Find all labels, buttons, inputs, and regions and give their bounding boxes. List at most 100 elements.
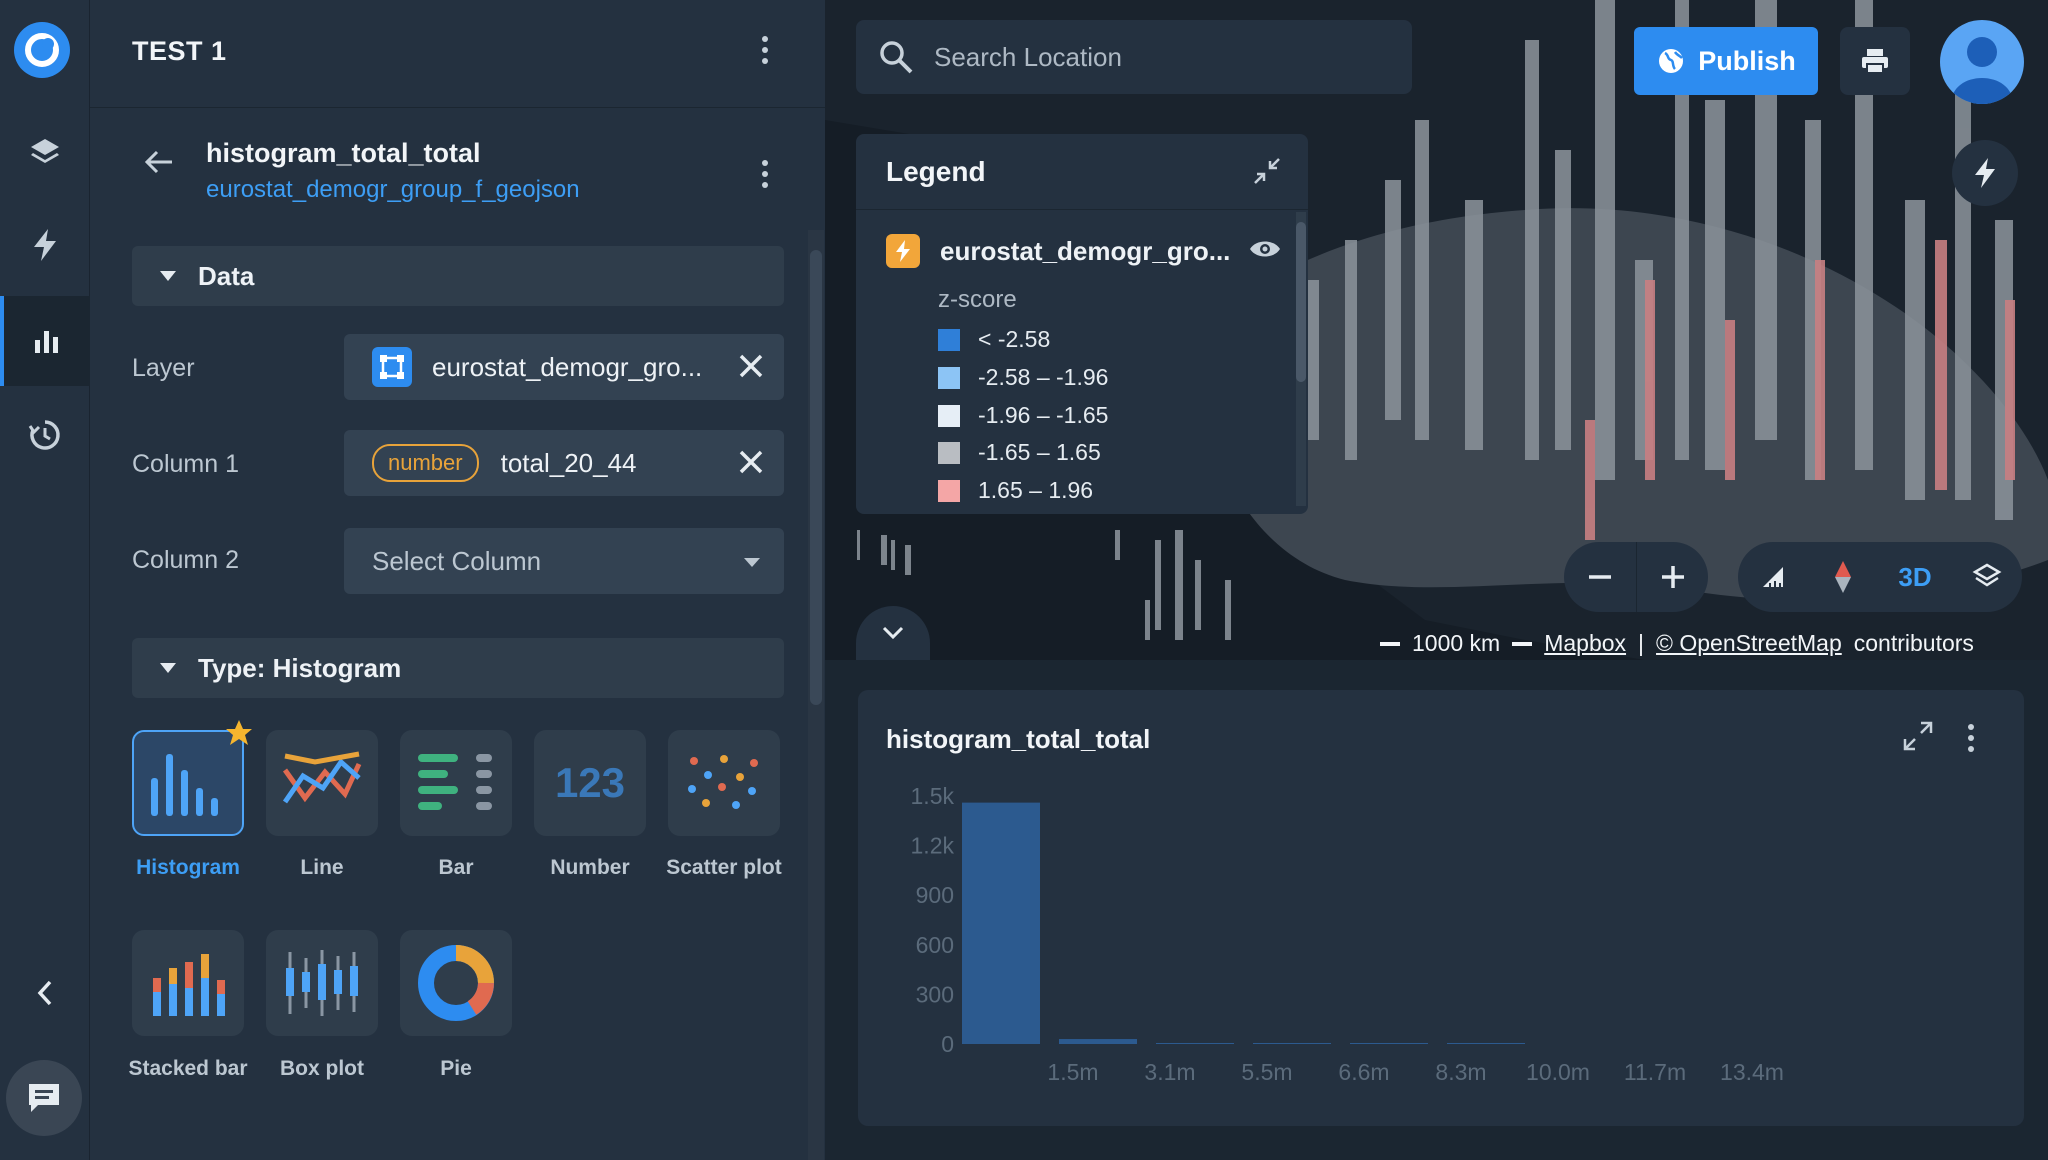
compass-icon xyxy=(1835,561,1851,593)
type-box-plot-tile[interactable] xyxy=(266,930,378,1036)
legend-title: Legend xyxy=(886,156,986,187)
app-logo[interactable] xyxy=(14,22,70,78)
search-icon xyxy=(880,41,913,74)
chart-menu-icon[interactable] xyxy=(1956,718,1986,758)
attribution-suffix: contributors xyxy=(1853,630,1974,656)
history-icon xyxy=(28,420,60,450)
print-button[interactable] xyxy=(1840,27,1910,95)
column-type-badge: number xyxy=(372,444,479,482)
y-tick-label: 300 xyxy=(916,981,954,1007)
type-number-tile[interactable]: 123 xyxy=(534,730,646,836)
publish-button[interactable]: Publish xyxy=(1634,27,1818,95)
analysis-nav-button[interactable] xyxy=(0,200,90,290)
collapse-panel-button[interactable] xyxy=(0,948,90,1038)
histogram-bar[interactable] xyxy=(962,802,1040,1044)
bar-chart-icon xyxy=(35,331,58,353)
back-button[interactable] xyxy=(144,148,174,181)
histogram-widget-card: histogram_total_total 1.5k 1.2k 900 600 300 0… xyxy=(858,690,2024,1126)
layers-icon xyxy=(31,139,59,163)
location-search[interactable] xyxy=(856,20,1412,94)
caret-down-icon xyxy=(160,271,176,281)
layer-label: Layer xyxy=(132,354,195,382)
data-section-header[interactable]: Data xyxy=(132,246,784,306)
type-pie-tile[interactable] xyxy=(400,930,512,1036)
plus-icon xyxy=(1661,566,1684,588)
column2-select[interactable]: Select Column xyxy=(344,528,784,594)
chevron-left-icon xyxy=(37,980,52,1006)
layers-nav-button[interactable] xyxy=(0,107,90,197)
histogram-bar[interactable] xyxy=(1447,1043,1525,1044)
minus-icon xyxy=(1589,575,1611,579)
toggle-3d-button[interactable]: 3D xyxy=(1878,542,1952,612)
widget-panel: TEST 1 histogram_total_total eurostat_de… xyxy=(90,0,825,1160)
type-stacked-bar-tile[interactable] xyxy=(132,930,244,1036)
user-avatar[interactable] xyxy=(1940,20,2024,104)
histogram-bar[interactable] xyxy=(1059,1039,1137,1044)
zoom-out-button[interactable] xyxy=(1564,542,1636,612)
type-section-header[interactable]: Type: Histogram xyxy=(132,638,784,698)
type-bar-tile[interactable] xyxy=(400,730,512,836)
legend-item: -2.58 – -1.96 xyxy=(938,364,1108,391)
legend-scrollbar[interactable] xyxy=(1296,212,1306,506)
layer-value: eurostat_demogr_gro... xyxy=(432,351,703,382)
x-tick-label: 11.7m xyxy=(1624,1059,1686,1085)
arrow-left-icon xyxy=(144,150,172,174)
histogram-bar[interactable] xyxy=(1350,1043,1428,1044)
project-header: TEST 1 xyxy=(90,0,825,108)
measure-button[interactable] xyxy=(1738,542,1808,612)
minimize-legend-icon[interactable] xyxy=(1252,156,1282,191)
y-tick-label: 1.5k xyxy=(911,783,955,809)
widget-dataset-link[interactable]: eurostat_demogr_group_f_geojson xyxy=(206,176,580,204)
legend-item-label: -1.96 – -1.65 xyxy=(978,402,1109,428)
mapbox-link[interactable]: Mapbox xyxy=(1544,630,1626,657)
project-menu-icon[interactable] xyxy=(750,30,780,70)
widget-menu-icon[interactable] xyxy=(750,154,780,194)
search-input[interactable] xyxy=(934,41,1374,73)
history-nav-button[interactable] xyxy=(0,390,90,480)
clear-layer-icon[interactable] xyxy=(736,351,766,386)
lightning-icon xyxy=(1975,158,1995,188)
panel-scrollbar[interactable] xyxy=(810,250,822,705)
expand-icon[interactable] xyxy=(1902,720,1934,757)
visibility-eye-icon[interactable] xyxy=(1248,237,1282,266)
zoom-in-button[interactable] xyxy=(1636,542,1708,612)
legend-layer-name: eurostat_demogr_gro... xyxy=(940,235,1231,266)
project-title: TEST 1 xyxy=(132,36,227,66)
type-line-tile[interactable] xyxy=(266,730,378,836)
legend-item-label: < -2.58 xyxy=(978,326,1051,352)
column1-label: Column 1 xyxy=(132,450,239,478)
column1-select[interactable]: number total_20_44 xyxy=(344,430,784,496)
x-tick-label: 5.5m xyxy=(1241,1059,1292,1085)
legend-item-label: 1.65 – 1.96 xyxy=(978,477,1094,503)
histogram-chart: 1.5k 1.2k 900 600 300 0 1.5m 3.1m 5.5m 6.6m 8.3m 10… xyxy=(911,783,1784,1085)
type-pie-label: Pie xyxy=(440,1057,472,1080)
osm-link[interactable]: © OpenStreetMap xyxy=(1656,630,1842,657)
type-stacked-bar-label: Stacked bar xyxy=(128,1057,248,1080)
clear-column1-icon[interactable] xyxy=(736,447,766,482)
legend-item-label: -1.65 – 1.65 xyxy=(978,439,1101,465)
legend-item-label: -2.58 – -1.96 xyxy=(978,364,1109,390)
compass-button[interactable] xyxy=(1808,542,1878,612)
data-section-title: Data xyxy=(198,260,255,291)
histogram-bar[interactable] xyxy=(1156,1043,1234,1044)
view-controls: 3D xyxy=(1738,542,2022,612)
scale-bar xyxy=(1512,641,1533,646)
zoom-controls xyxy=(1564,542,1708,612)
type-scatter-tile[interactable] xyxy=(668,730,780,836)
chat-button[interactable] xyxy=(6,1060,82,1136)
widgets-nav-button[interactable] xyxy=(0,296,90,386)
legend-layer-row: eurostat_demogr_gro... xyxy=(886,234,1282,268)
basemap-button[interactable] xyxy=(1952,542,2022,612)
layer-select[interactable]: eurostat_demogr_gro... xyxy=(344,334,784,400)
printer-icon xyxy=(1862,49,1888,74)
type-number-label: Number xyxy=(550,856,630,879)
histogram-bar[interactable] xyxy=(1253,1043,1331,1044)
quick-analysis-button[interactable] xyxy=(1952,140,2018,206)
x-tick-label: 3.1m xyxy=(1144,1059,1195,1085)
logo-icon xyxy=(25,33,59,67)
lightning-icon xyxy=(34,229,56,261)
legend-item: < -2.58 xyxy=(938,326,1050,353)
globe-icon xyxy=(1659,49,1684,73)
histogram-icon xyxy=(151,754,218,816)
legend-item: -1.96 – -1.65 xyxy=(938,402,1108,429)
